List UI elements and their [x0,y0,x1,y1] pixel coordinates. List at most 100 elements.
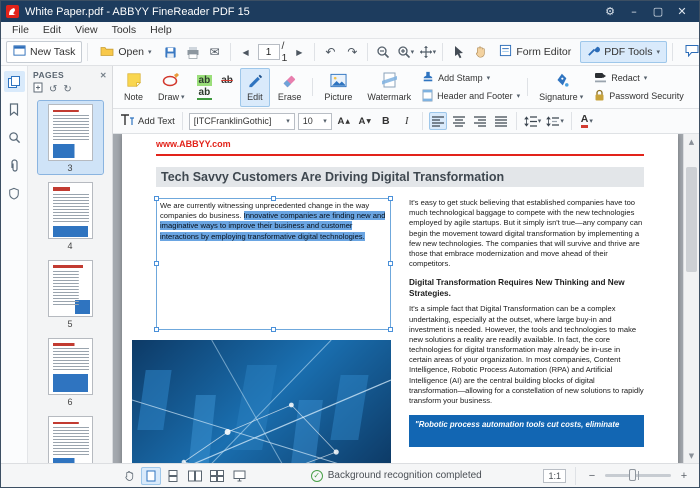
add-stamp-button[interactable]: Add Stamp ▾ [422,71,520,85]
zoom-out-minus-button[interactable]: − [585,470,599,482]
increase-font-button[interactable]: A▲ [335,112,353,130]
align-center-button[interactable] [450,112,468,130]
doc-city-image[interactable] [132,340,391,463]
doc-quote-bar[interactable]: "Robotic process automation tools cut co… [409,415,644,447]
form-editor-button[interactable]: Form Editor [492,41,578,63]
document-canvas[interactable]: www.ABBYY.com Tech Savvy Customers Are D… [113,134,683,463]
redo-button[interactable]: ↷ [342,42,362,62]
digital-signatures-tab[interactable] [4,183,25,204]
italic-button[interactable]: I [398,112,416,130]
selection-handle[interactable] [388,196,393,201]
fit-page-button[interactable]: ▾ [417,42,437,62]
align-right-button[interactable] [471,112,489,130]
menu-tools[interactable]: Tools [105,22,144,38]
next-page-button[interactable]: ▶ [289,42,309,62]
zoom-slider-thumb[interactable] [629,469,636,481]
font-color-button[interactable]: A▾ [578,112,596,130]
watermark-tool-button[interactable]: Watermark [360,68,418,107]
bookmarks-tab[interactable] [4,99,25,120]
zoom-in-button[interactable]: ▾ [395,42,415,62]
bold-button[interactable]: B [377,112,395,130]
edit-tool-button[interactable]: Edit [240,68,270,107]
actual-size-button[interactable]: 1:1 [543,469,566,483]
select-tool-button[interactable] [448,42,468,62]
minimize-button[interactable]: – [622,1,646,22]
doc-url-text[interactable]: www.ABBYY.com [156,139,644,149]
rotate-right-icon[interactable]: ↻ [63,84,71,95]
selection-handle[interactable] [154,196,159,201]
paragraph-spacing-button[interactable]: ▾ [545,112,565,130]
align-left-button[interactable] [429,112,447,130]
font-family-select[interactable]: [ITCFranklinGothic] ▾ [189,113,295,130]
decrease-font-button[interactable]: A▼ [356,112,374,130]
hand-tool-button[interactable] [470,42,490,62]
page-thumbnail[interactable]: 3 [38,101,103,174]
continuous-view-button[interactable] [163,467,183,485]
scroll-up-icon[interactable]: ▲ [684,134,699,149]
settings-gear-icon[interactable]: ⚙ [598,1,622,22]
save-button[interactable] [161,42,181,62]
doc-paragraph-2[interactable]: It's a simple fact that Digital Transfor… [409,304,644,406]
highlight-tool-button[interactable]: ab [197,75,213,86]
picture-tool-button[interactable]: Picture [317,68,359,107]
rotate-left-icon[interactable]: ↺ [49,84,57,95]
doc-subheading[interactable]: Digital Transformation Requires New Thin… [409,277,644,299]
zoom-out-button[interactable] [373,42,393,62]
scroll-down-icon[interactable]: ▼ [684,448,699,463]
selection-handle[interactable] [388,261,393,266]
pages-panel-tab[interactable] [4,71,25,92]
add-text-button[interactable]: Add Text [119,112,176,130]
doc-paragraph-1[interactable]: It's easy to get stuck believing that es… [409,198,644,269]
pdf-tools-button[interactable]: PDF Tools ▾ [580,41,667,63]
add-page-icon[interactable] [33,82,43,96]
selected-text-box[interactable]: We are currently witnessing unprecedente… [156,198,391,330]
print-button[interactable] [183,42,203,62]
note-tool-button[interactable]: Note [117,68,150,107]
doc-heading[interactable]: Tech Savvy Customers Are Driving Digital… [156,167,644,187]
menu-file[interactable]: File [5,22,36,38]
redact-button[interactable]: Redact ▾ [594,72,684,85]
password-security-button[interactable]: Password Security [594,89,684,103]
line-spacing-button[interactable]: ▾ [523,112,543,130]
signature-tool-button[interactable]: Signature▾ [532,68,590,107]
menu-help[interactable]: Help [143,22,179,38]
page-number-input[interactable] [258,44,280,60]
selection-handle[interactable] [271,327,276,332]
search-tab[interactable] [4,127,25,148]
doc-left-paragraph[interactable]: We are currently witnessing unprecedente… [160,201,387,242]
page-thumbnail[interactable]: 7 [38,413,103,463]
selection-handle[interactable] [154,261,159,266]
zoom-in-plus-button[interactable]: + [677,470,691,482]
erase-tool-button[interactable]: Erase [271,68,309,107]
font-size-select[interactable]: 10 ▾ [298,113,332,130]
strikethrough-tool-button[interactable]: ab [219,75,235,86]
two-page-view-button[interactable] [185,467,205,485]
zoom-slider[interactable] [605,474,671,477]
selection-handle[interactable] [388,327,393,332]
page-thumbnail[interactable]: 4 [38,179,103,252]
selection-handle[interactable] [154,327,159,332]
attachments-tab[interactable] [4,155,25,176]
pages-panel-close-icon[interactable]: ✕ [100,71,107,80]
draw-tool-button[interactable]: Draw▾ [151,68,192,107]
previous-page-button[interactable]: ◀ [236,42,256,62]
email-button[interactable]: ✉ [205,42,225,62]
comments-button[interactable]: 0 ▾ [678,41,700,63]
hand-mode-button[interactable] [119,467,139,485]
menu-view[interactable]: View [68,22,105,38]
vertical-scrollbar[interactable]: ▲ ▼ [683,134,699,463]
header-footer-button[interactable]: Header and Footer ▾ [422,89,520,104]
page-thumbnail[interactable]: 5 [38,257,103,330]
maximize-button[interactable]: ▢ [646,1,670,22]
undo-button[interactable]: ↶ [320,42,340,62]
pdf-page[interactable]: www.ABBYY.com Tech Savvy Customers Are D… [122,134,678,463]
two-page-continuous-button[interactable] [207,467,227,485]
presentation-view-button[interactable] [229,467,249,485]
scrollbar-thumb[interactable] [686,167,697,272]
menu-edit[interactable]: Edit [36,22,68,38]
open-button[interactable]: Open ▾ [93,41,158,63]
scrollbar-track[interactable] [684,149,699,448]
page-thumbnail[interactable]: 6 [38,335,103,408]
new-task-button[interactable]: New Task [6,41,82,63]
single-page-view-button[interactable] [141,467,161,485]
